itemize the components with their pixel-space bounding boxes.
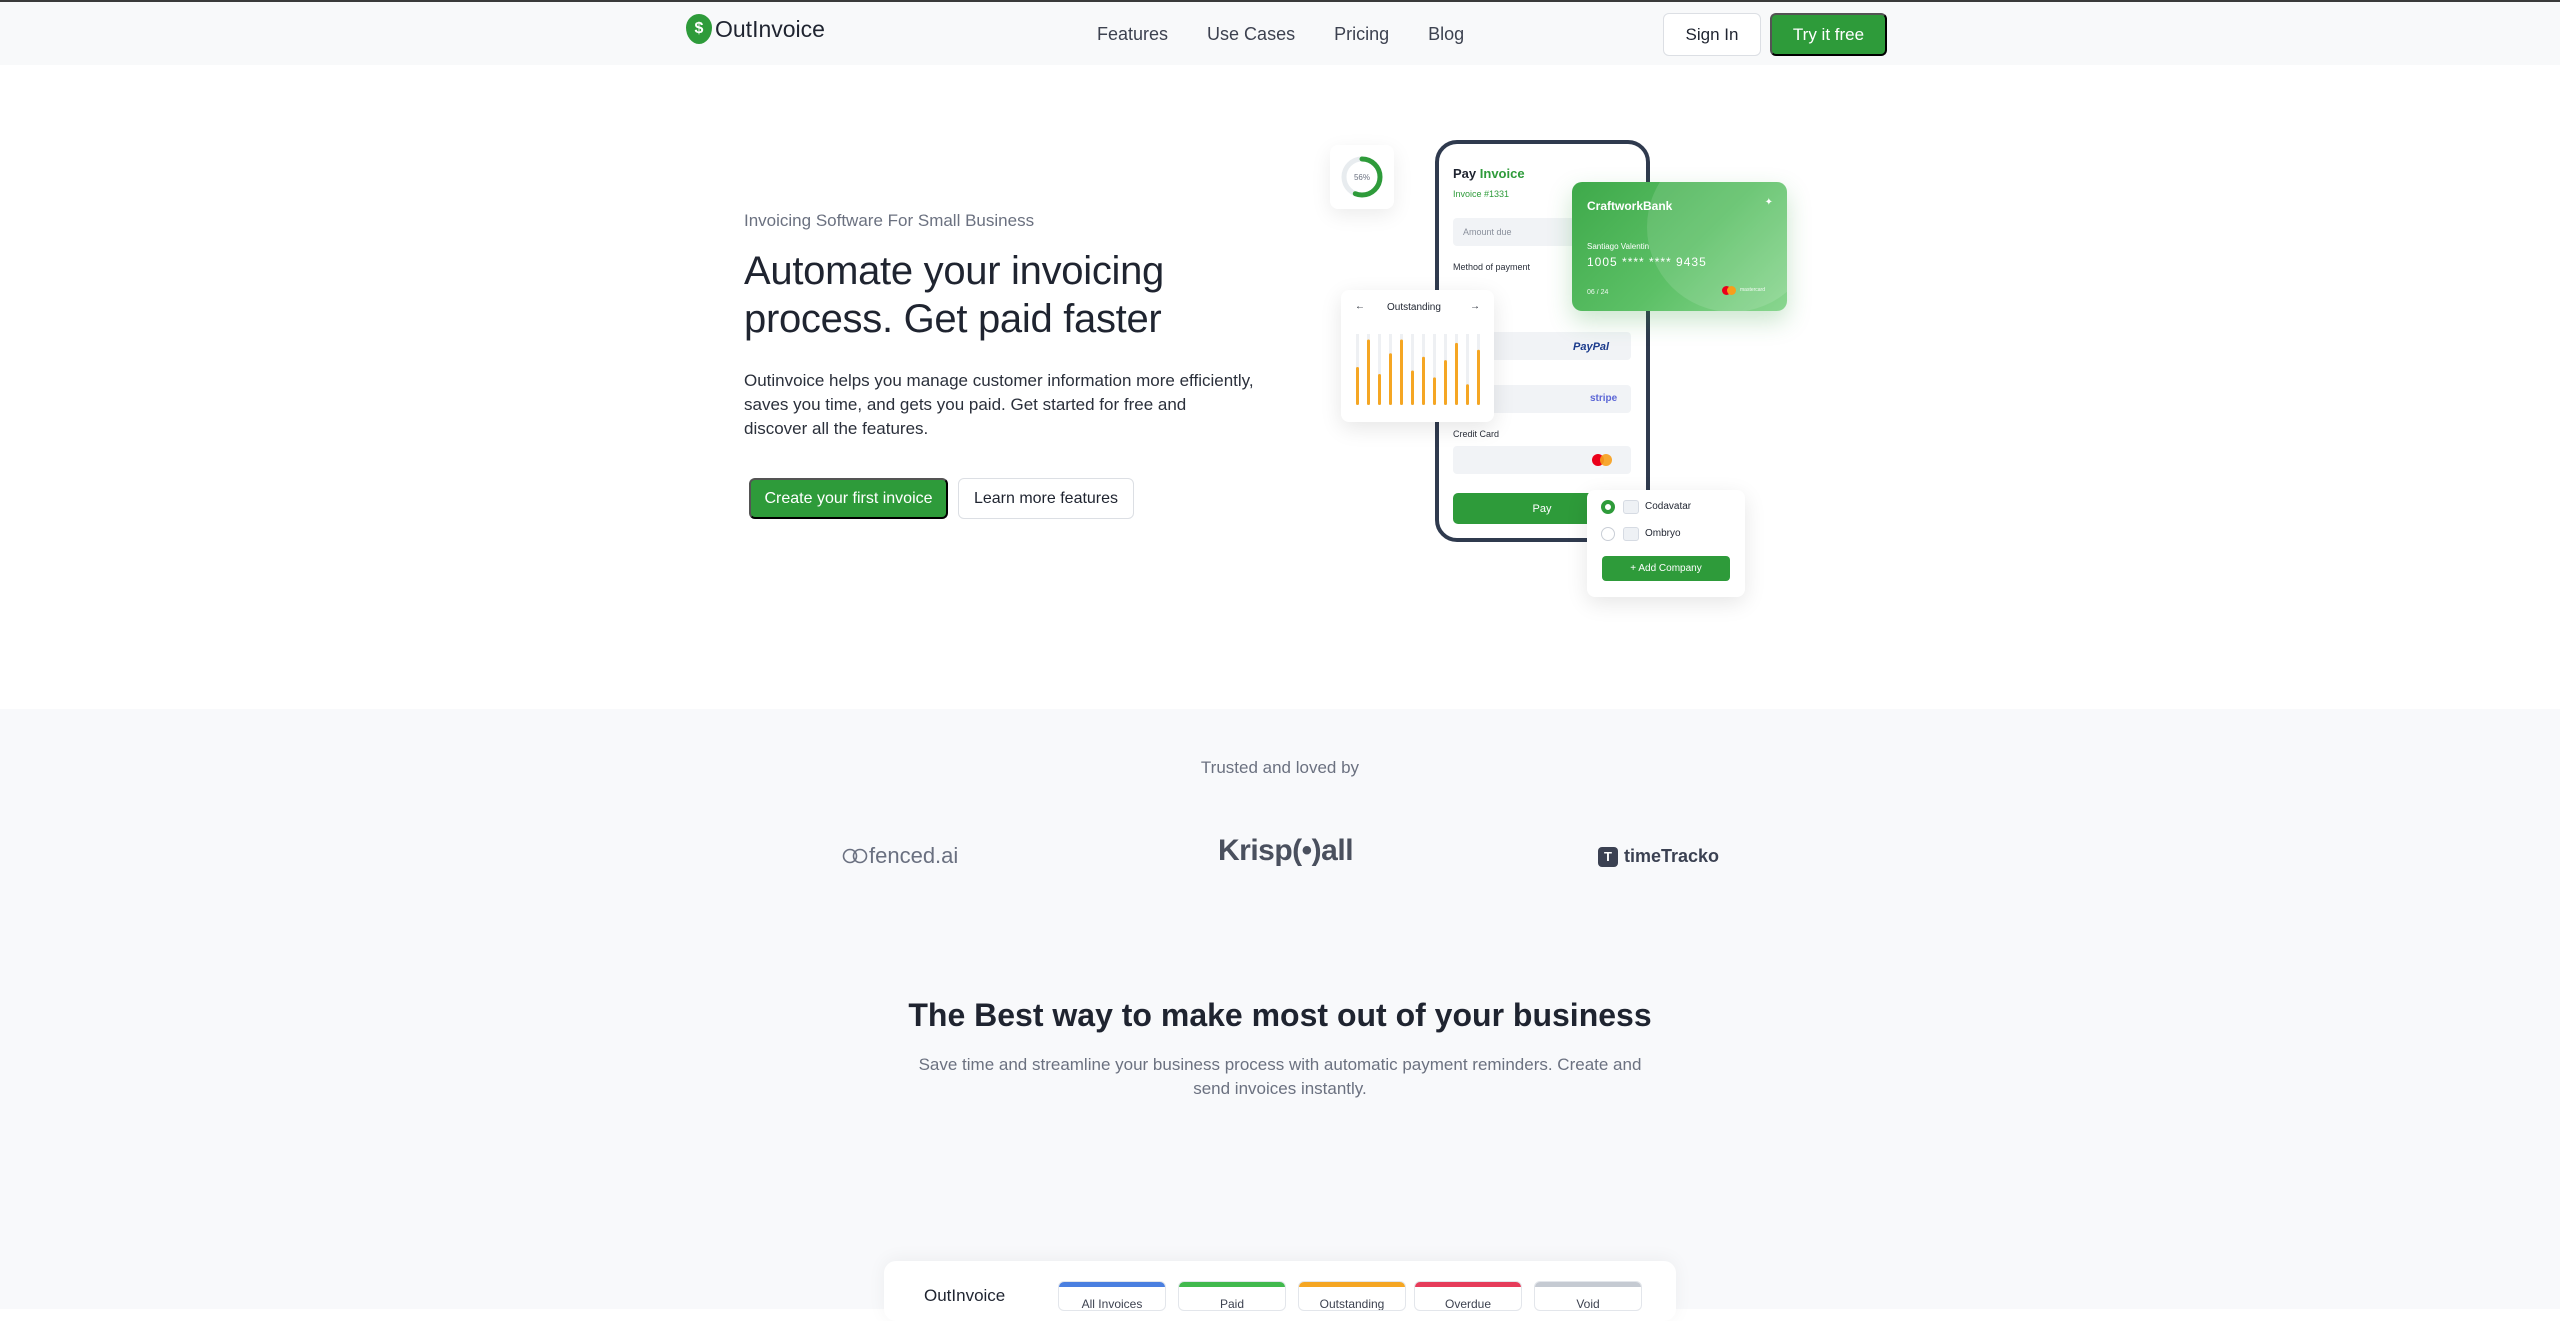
tab-overdue[interactable]: Overdue (1414, 1281, 1522, 1311)
nav-link-pricing[interactable]: Pricing (1334, 24, 1389, 45)
progress-donut-card: 56% (1330, 145, 1394, 209)
nav-link-features[interactable]: Features (1097, 24, 1168, 45)
payment-method-label: Method of payment (1453, 262, 1531, 272)
top-navigation: $ OutInvoice Features Use Cases Pricing … (0, 2, 2560, 65)
progress-donut: 56% (1341, 156, 1383, 198)
arrow-right-icon: → (1470, 301, 1480, 312)
section-title: The Best way to make most out of your bu… (908, 997, 1652, 1033)
paypal-logo: PayPal (1573, 341, 1610, 353)
card-number: 1005 **** **** 9435 (1587, 255, 1707, 269)
outstanding-bar (1477, 349, 1480, 405)
tab-paid[interactable]: Paid (1178, 1281, 1286, 1311)
nav-link-blog[interactable]: Blog (1428, 24, 1464, 45)
fenced-ai-wordmark: fenced.ai (869, 843, 959, 868)
hero-description: Outinvoice helps you manage customer inf… (744, 371, 1254, 438)
bank-name: CraftworkBank (1587, 199, 1673, 213)
bank-card: CraftworkBank ✦ Santiago Valentin 1005 *… (1572, 182, 1787, 311)
learn-features-button[interactable]: Learn more features (958, 478, 1134, 519)
tab-color-bar (1179, 1282, 1285, 1287)
outstanding-bar (1444, 360, 1447, 405)
card-mastercard-icon (1722, 286, 1736, 295)
arrow-left-icon: ← (1355, 301, 1365, 312)
outstanding-bar (1389, 353, 1392, 405)
sign-in-button[interactable]: Sign In (1663, 13, 1761, 56)
tab-void[interactable]: Void (1534, 1281, 1642, 1311)
timetracko-wordmark: timeTracko (1624, 846, 1720, 866)
nav-link-use-cases[interactable]: Use Cases (1207, 24, 1295, 45)
pay-invoice-title: Pay Invoice (1453, 166, 1525, 181)
dollar-shield-icon: $ (686, 14, 712, 44)
try-free-button[interactable]: Try it free (1770, 13, 1887, 56)
outstanding-bar (1400, 339, 1403, 405)
contactless-icon: ✦ (1764, 197, 1773, 208)
dashboard-brand: OutInvoice (924, 1286, 1006, 1305)
codavatar-logo (1623, 500, 1639, 514)
outstanding-bar-chart (1356, 334, 1480, 405)
card-holder: Santiago Valentin (1587, 242, 1650, 251)
fenced-rings-icon (842, 848, 868, 864)
radio-codavatar (1601, 500, 1615, 514)
outstanding-bar (1367, 339, 1370, 405)
stripe-logo: stripe (1590, 393, 1618, 404)
brand-logo[interactable]: $ OutInvoice (686, 14, 825, 44)
tab-outstanding[interactable]: Outstanding (1298, 1281, 1406, 1311)
invoice-number: Invoice #1331 (1453, 189, 1510, 199)
tab-color-bar (1535, 1282, 1641, 1287)
main-nav: Features Use Cases Pricing Blog (1097, 24, 1503, 45)
outstanding-title: Outstanding (1387, 302, 1441, 313)
outstanding-bar (1411, 370, 1414, 405)
outstanding-bar (1466, 384, 1469, 405)
company-name: Codavatar (1645, 501, 1692, 512)
card-brand: mastercard (1740, 287, 1766, 293)
timetracko-icon: T (1598, 846, 1618, 867)
logo-krispcall: Krisp(•)all (1218, 834, 1354, 867)
hero-eyebrow: Invoicing Software For Small Business (744, 211, 1035, 230)
radio-ombryo (1601, 527, 1615, 541)
ombryo-logo (1623, 527, 1639, 541)
logo-fenced-ai: fenced.ai (841, 843, 958, 869)
mastercard-icon (1592, 454, 1612, 466)
brand-name: OutInvoice (715, 15, 825, 42)
tab-color-bar (1299, 1282, 1405, 1287)
tab-color-bar (1059, 1282, 1165, 1287)
donut-label: 56% (1354, 173, 1370, 182)
create-invoice-button[interactable]: Create your first invoice (749, 478, 948, 519)
trusted-label: Trusted and loved by (1200, 758, 1360, 777)
outstanding-bar (1356, 367, 1359, 405)
card-expiry: 06 / 24 (1587, 289, 1609, 296)
tab-all-invoices[interactable]: All Invoices (1058, 1281, 1166, 1311)
outstanding-bar (1378, 373, 1381, 405)
company-name: Ombryo (1645, 528, 1681, 539)
outstanding-bar (1455, 342, 1458, 405)
outstanding-bar (1433, 377, 1436, 405)
tab-color-bar (1415, 1282, 1521, 1287)
section-description: Save time and streamline your business p… (918, 1055, 1642, 1098)
add-company-button: + Add Company (1602, 556, 1730, 581)
hero-title: Automate your invoicing process. Get pai… (744, 249, 1164, 341)
logo-timetracko: T timeTracko (1598, 846, 1719, 867)
outstanding-bar (1422, 356, 1425, 405)
credit-card-label: Credit Card (1453, 429, 1500, 439)
